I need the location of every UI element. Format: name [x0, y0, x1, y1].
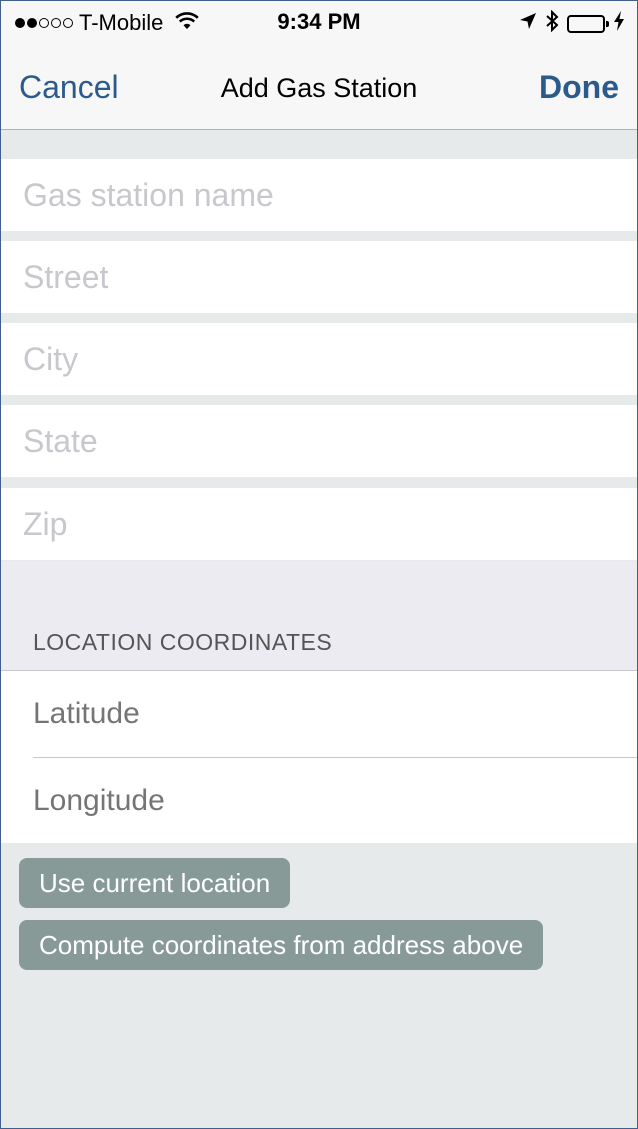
city-row — [1, 323, 637, 395]
status-bar: T-Mobile 9:34 PM — [1, 1, 637, 45]
longitude-field[interactable] — [33, 758, 613, 844]
city-field[interactable] — [1, 323, 623, 395]
state-field[interactable] — [1, 405, 623, 477]
coordinates-group — [1, 670, 637, 844]
compute-coordinates-button[interactable]: Compute coordinates from address above — [19, 920, 544, 970]
use-current-location-button[interactable]: Use current location — [19, 858, 291, 908]
latitude-row — [33, 671, 637, 757]
location-coordinates-header: LOCATION COORDINATES — [33, 629, 333, 655]
zip-row — [1, 488, 637, 560]
status-right — [519, 9, 625, 37]
battery-icon — [567, 14, 609, 33]
navigation-bar: Cancel Add Gas Station Done — [1, 45, 637, 130]
done-button[interactable]: Done — [539, 69, 619, 106]
state-row — [1, 405, 637, 477]
gas-station-name-field[interactable] — [1, 159, 623, 231]
charging-icon — [613, 11, 625, 36]
street-field[interactable] — [1, 241, 623, 313]
bluetooth-icon — [545, 9, 559, 37]
gas-station-name-row — [1, 159, 637, 231]
screen: T-Mobile 9:34 PM Cancel Add Gas Station … — [0, 0, 638, 1129]
latitude-field[interactable] — [33, 671, 613, 757]
location-arrow-icon — [519, 12, 537, 35]
street-row — [1, 241, 637, 313]
zip-field[interactable] — [1, 488, 623, 560]
longitude-row — [33, 758, 637, 844]
